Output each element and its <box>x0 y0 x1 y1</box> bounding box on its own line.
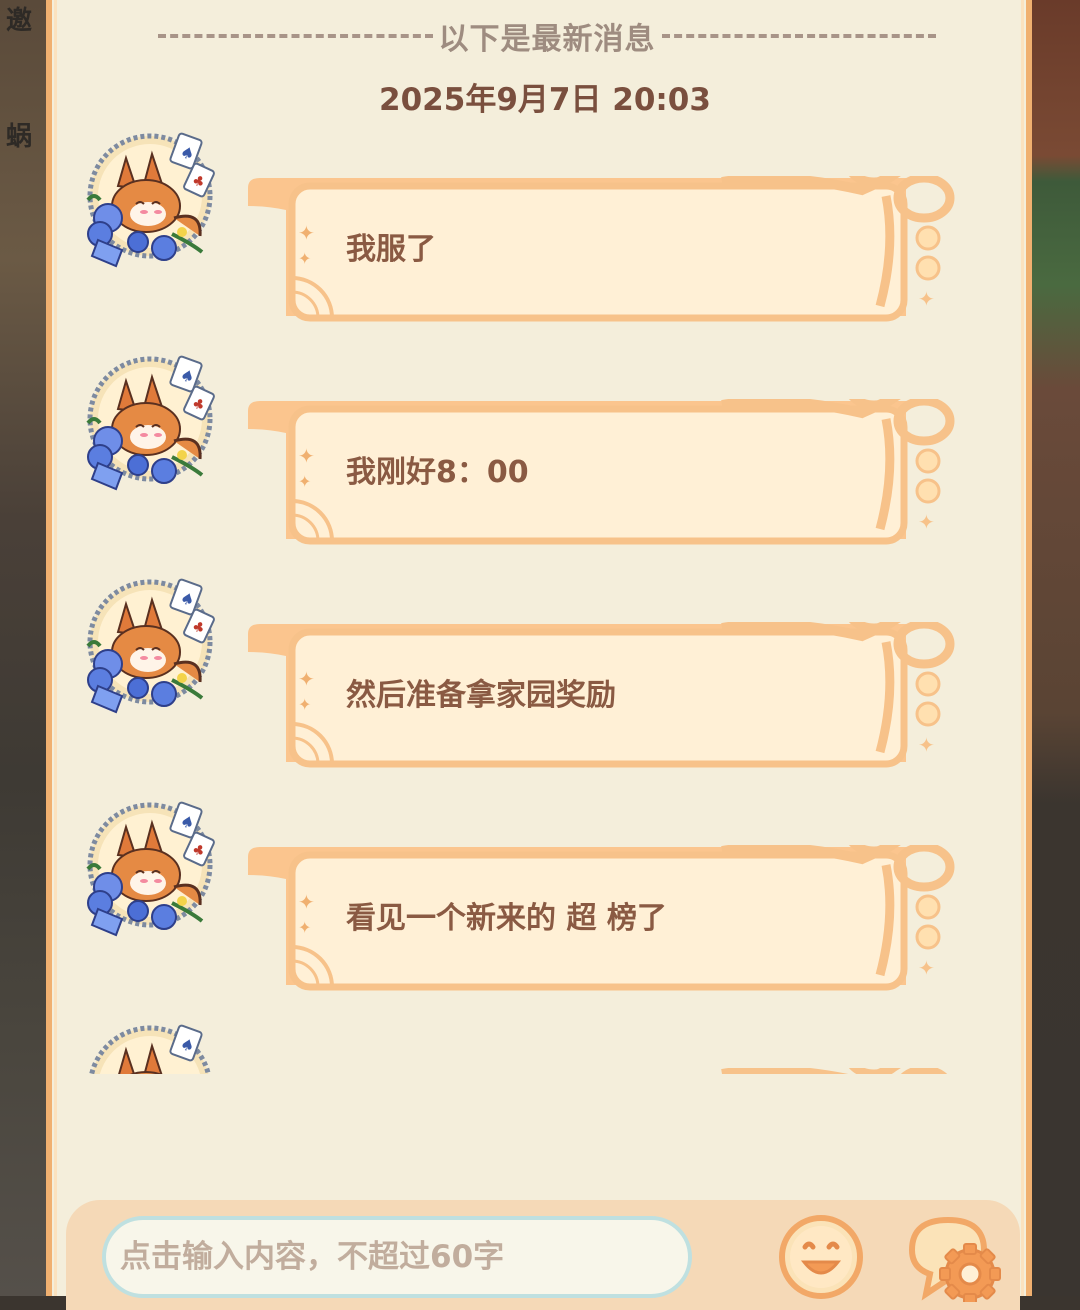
svg-text:✦: ✦ <box>298 221 315 245</box>
message-text: 看见一个新来的 超 榜了 <box>346 901 667 936</box>
fox-avatar-icon[interactable]: ♠ ♣ <box>78 799 218 939</box>
svg-text:✦: ✦ <box>918 510 935 534</box>
chat-input[interactable] <box>102 1216 692 1298</box>
svg-text:✦: ✦ <box>298 918 311 937</box>
chat-message: ♠ ♣ <box>52 353 1038 553</box>
chat-message: ♠ ♣ <box>52 576 1038 776</box>
svg-text:✦: ✦ <box>918 287 935 311</box>
message-timestamp: 2025年9月7日 20:03 <box>379 82 711 118</box>
chat-message: ♠ ♣ <box>52 130 1038 330</box>
svg-text:✦: ✦ <box>298 249 311 268</box>
fox-avatar-icon[interactable]: ♠ <box>78 1022 218 1074</box>
chat-message: ♠ ♣ <box>52 799 1038 999</box>
fox-avatar-icon[interactable]: ♠ ♣ <box>78 130 218 270</box>
svg-text:✦: ✦ <box>298 472 311 491</box>
message-text: 我服了 <box>346 232 436 267</box>
message-text: 我刚好8：00 <box>346 455 529 490</box>
latest-messages-divider: 以下是最新消息 <box>152 14 942 58</box>
background-label: 蜗 <box>6 122 33 152</box>
svg-text:✦: ✦ <box>918 956 935 980</box>
smiley-face-icon[interactable] <box>778 1214 864 1300</box>
divider-label: 以下是最新消息 <box>438 22 656 57</box>
message-text: 然后准备拿家园奖励 <box>346 678 616 713</box>
svg-text:✦: ✦ <box>298 667 315 691</box>
chat-settings-gear-icon[interactable] <box>902 1212 1006 1302</box>
svg-text:✦: ✦ <box>298 695 311 714</box>
background-scene-left: 邀 蜗 <box>0 0 50 1296</box>
svg-text:✦: ✦ <box>298 444 315 468</box>
chat-input-bar <box>66 1200 1020 1310</box>
message-list[interactable]: ♠ ♣ ✦ ✦ ✦ 我服了 ♠ ♣ ✦ ✦ ✦ 我刚好8：00 ♠ ♣ ✦ ✦ … <box>52 130 1038 1074</box>
chat-panel: 以下是最新消息 2025年9月7日 20:03 ♠ ♣ ✦ ✦ ✦ 我服了 ♠ … <box>46 0 1032 1310</box>
svg-text:✦: ✦ <box>298 890 315 914</box>
fox-avatar-icon[interactable]: ♠ ♣ <box>78 353 218 493</box>
background-label: 邀 <box>6 6 33 36</box>
chat-bubble <box>721 1068 948 1074</box>
fox-avatar-icon[interactable]: ♠ ♣ <box>78 576 218 716</box>
svg-text:✦: ✦ <box>918 733 935 757</box>
chat-message: ♠ <box>52 1022 1038 1074</box>
